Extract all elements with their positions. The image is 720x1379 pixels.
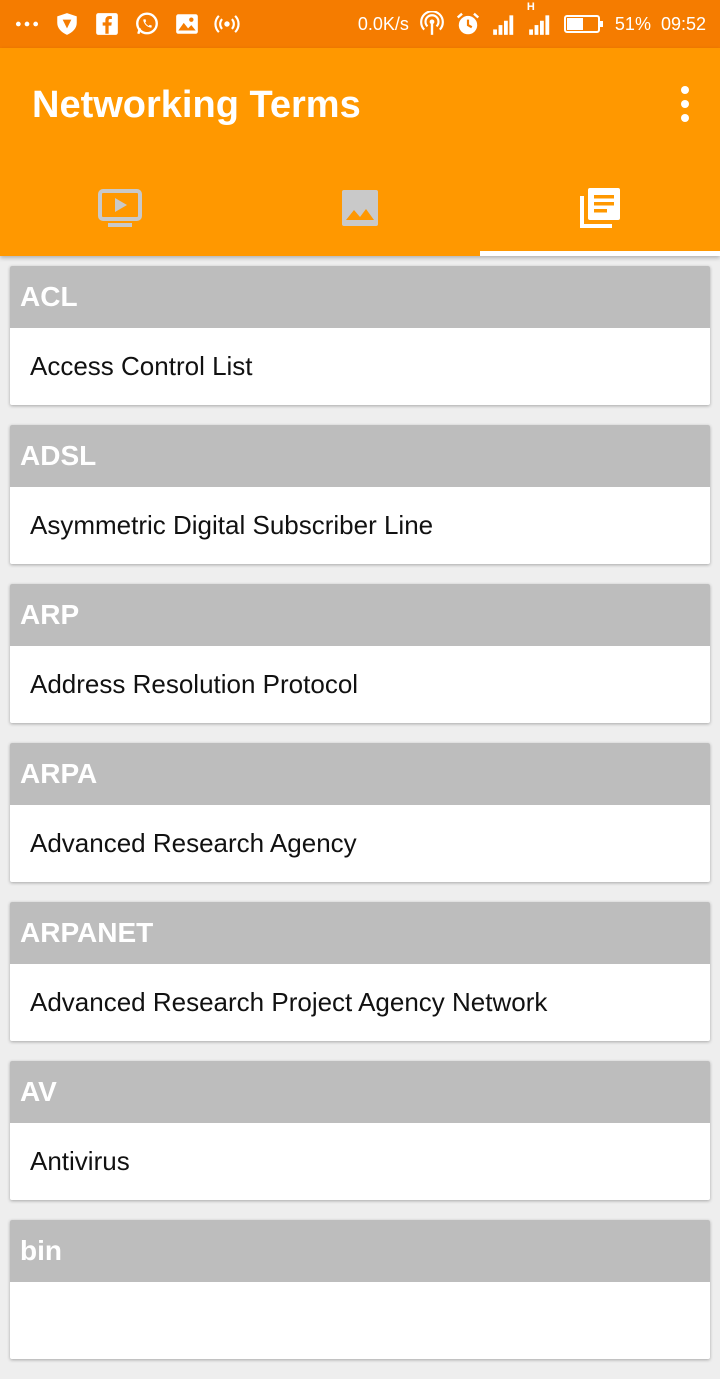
image-icon bbox=[342, 190, 378, 226]
signal-h-icon: H bbox=[527, 1, 553, 37]
term-definition: Antivirus bbox=[30, 1146, 130, 1176]
gallery-icon bbox=[174, 11, 200, 37]
list-item[interactable]: ARPA Advanced Research Agency bbox=[10, 743, 710, 882]
whatsapp-icon bbox=[134, 11, 160, 37]
list-item[interactable]: AV Antivirus bbox=[10, 1061, 710, 1200]
video-icon bbox=[98, 189, 142, 227]
tab-videos[interactable] bbox=[0, 160, 240, 256]
signal-icon bbox=[491, 11, 517, 37]
term-definition: Access Control List bbox=[30, 351, 253, 381]
term-abbreviation: bin bbox=[10, 1220, 710, 1282]
page-title: Networking Terms bbox=[32, 84, 361, 126]
term-definition: Asymmetric Digital Subscriber Line bbox=[30, 510, 434, 540]
term-abbreviation: ARPANET bbox=[10, 902, 710, 964]
status-bar: 0.0K/s H 51% 09:52 bbox=[0, 0, 720, 48]
clock: 09:52 bbox=[660, 13, 706, 34]
battery-percent: 51% bbox=[614, 13, 651, 34]
overflow-menu-icon[interactable] bbox=[678, 86, 692, 122]
list-item[interactable]: bin bbox=[10, 1220, 710, 1359]
tab-bar bbox=[0, 160, 720, 256]
term-definition: Address Resolution Protocol bbox=[30, 669, 359, 699]
vpn-shield-icon bbox=[54, 11, 80, 37]
more-icon bbox=[14, 11, 40, 37]
terms-list: ACL Access Control List ADSL Asymmetric … bbox=[10, 266, 710, 1379]
list-item[interactable]: ADSL Asymmetric Digital Subscriber Line bbox=[10, 425, 710, 564]
term-definition: Advanced Research Project Agency Network bbox=[30, 987, 548, 1017]
term-abbreviation: ACL bbox=[10, 266, 710, 328]
term-abbreviation: ADSL bbox=[10, 425, 710, 487]
wireless-icon bbox=[419, 11, 445, 37]
term-definition bbox=[10, 1282, 710, 1359]
network-speed: 0.0K/s bbox=[357, 13, 409, 34]
list-item[interactable]: ACL Access Control List bbox=[10, 266, 710, 405]
facebook-icon bbox=[94, 11, 120, 37]
list-item[interactable]: ARP Address Resolution Protocol bbox=[10, 584, 710, 723]
term-abbreviation: ARP bbox=[10, 584, 710, 646]
term-abbreviation: ARPA bbox=[10, 743, 710, 805]
term-definition: Advanced Research Agency bbox=[30, 828, 357, 858]
tab-library[interactable] bbox=[480, 160, 720, 256]
hotspot-icon bbox=[214, 11, 240, 37]
library-icon bbox=[580, 188, 620, 228]
network-type-label: H bbox=[526, 1, 535, 13]
tab-images[interactable] bbox=[240, 160, 480, 256]
app-bar: Networking Terms bbox=[0, 48, 720, 256]
list-item[interactable]: ARPANET Advanced Research Project Agency… bbox=[10, 902, 710, 1041]
battery-icon bbox=[563, 11, 605, 37]
term-abbreviation: AV bbox=[10, 1061, 710, 1123]
alarm-icon bbox=[455, 11, 481, 37]
